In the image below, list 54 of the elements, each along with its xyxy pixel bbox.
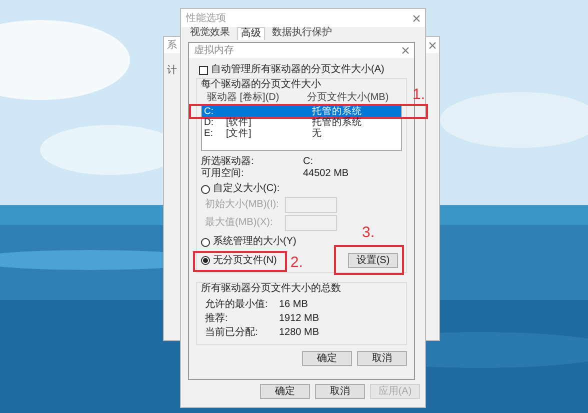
drive-letter: D: — [204, 117, 214, 128]
radio-button[interactable] — [201, 184, 210, 194]
radio-label: 无分页文件(N) — [213, 254, 277, 266]
drive-letter: C: — [204, 106, 214, 117]
paging-size: 无 — [312, 128, 322, 139]
step-number: 2. — [290, 254, 303, 270]
step-number: 3. — [362, 225, 375, 241]
tab[interactable]: 数据执行保护 — [269, 27, 335, 39]
column-header: 分页文件大小(MB) — [307, 92, 389, 104]
set-button[interactable]: 设置(S) — [348, 253, 398, 268]
tab-label: 计 — [167, 65, 177, 76]
field-label: 初始大小(MB)(I): — [205, 199, 280, 211]
radio-label: 系统管理的大小(Y) — [213, 236, 296, 248]
tab[interactable]: 高级 — [237, 27, 265, 40]
drive-label: [文件] — [226, 128, 252, 139]
drive-row[interactable]: C: 托管的系统 — [202, 106, 401, 117]
info-label: 可用空间: — [201, 168, 245, 180]
close-icon[interactable] — [402, 47, 409, 54]
info-value: 44502 MB — [303, 168, 349, 180]
checkbox[interactable] — [199, 66, 208, 74]
group-title: 每个驱动器的分页文件大小 — [201, 79, 321, 91]
info-label: 所选驱动器: — [201, 156, 255, 168]
drive-row[interactable]: E: [文件] 无 — [202, 128, 401, 139]
highlight-frame — [334, 245, 404, 275]
drive-row[interactable]: D: [软件] 托管的系统 — [202, 117, 401, 128]
radio-button[interactable] — [201, 238, 210, 246]
total-label: 推荐: — [205, 313, 229, 325]
dialog-title: 虚拟内存 — [194, 44, 234, 58]
total-value: 1912 MB — [279, 313, 320, 325]
drive-letter: E: — [204, 128, 213, 139]
total-label: 允许的最小值: — [205, 299, 269, 311]
info-value: C: — [303, 156, 313, 168]
radio-button[interactable] — [201, 256, 210, 265]
window-title: 性能选项 — [186, 12, 226, 26]
close-icon[interactable] — [413, 14, 420, 22]
paging-size: 托管的系统 — [312, 117, 362, 128]
drive-label: [软件] — [226, 117, 252, 128]
total-label: 当前已分配: — [205, 327, 259, 339]
step-number: 1. — [412, 87, 425, 103]
close-icon[interactable] — [429, 42, 436, 48]
column-header: 驱动器 [卷标](D) — [207, 92, 280, 104]
total-value: 1280 MB — [279, 327, 320, 339]
radio-label: 自定义大小(C): — [213, 183, 280, 195]
checkbox-label: 自动管理所有驱动器的分页文件大小(A) — [211, 64, 384, 76]
window-title: 系 — [167, 38, 177, 52]
dialog-button[interactable]: 取消 — [357, 351, 407, 366]
total-value: 16 MB — [279, 299, 308, 311]
dialog-button[interactable]: 确定 — [260, 384, 310, 399]
tab[interactable]: 视觉效果 — [187, 27, 233, 39]
dialog-button[interactable]: 取消 — [315, 384, 365, 399]
dialog-button[interactable]: 确定 — [302, 351, 352, 366]
field-label: 最大值(MB)(X): — [205, 217, 274, 229]
paging-size: 托管的系统 — [312, 106, 362, 117]
group-title: 所有驱动器分页文件大小的总数 — [201, 283, 341, 295]
